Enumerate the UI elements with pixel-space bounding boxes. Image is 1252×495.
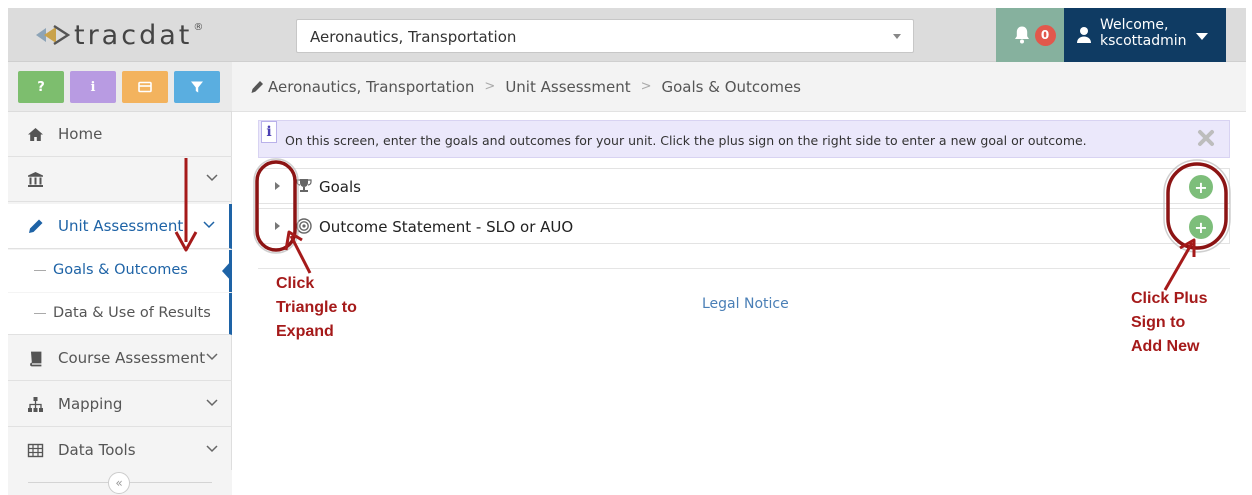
- filter-button[interactable]: [174, 71, 220, 103]
- sidebar-item-label: Data Tools: [58, 441, 136, 459]
- filter-icon: [191, 81, 203, 93]
- sidebar: ? i Home Unit Assessment Goals & Outcome…: [8, 62, 232, 495]
- plus-pointer-arrow: [1163, 238, 1196, 291]
- breadcrumb-item-section[interactable]: Unit Assessment: [505, 78, 630, 96]
- user-menu[interactable]: Welcome, kscottadmin: [1064, 8, 1226, 62]
- info-icon: i: [90, 79, 96, 95]
- sidebar-subitem-label: Data & Use of Results: [53, 305, 211, 321]
- user-greeting: Welcome, kscottadmin: [1100, 17, 1187, 49]
- close-icon[interactable]: [1195, 127, 1217, 149]
- sidebar-item-label: Course Assessment: [58, 349, 206, 367]
- breadcrumb-separator: >: [640, 79, 652, 94]
- sidebar-subitem-goals-outcomes[interactable]: Goals & Outcomes: [8, 250, 232, 292]
- help-icon: ?: [37, 79, 45, 95]
- info-banner: i On this screen, enter the goals and ou…: [258, 120, 1230, 158]
- sidebar-item-unit-assessment[interactable]: Unit Assessment: [8, 204, 232, 249]
- section-label: Outcome Statement - SLO or AUO: [319, 218, 574, 236]
- caret-down-icon: [1196, 33, 1208, 40]
- unit-selector[interactable]: Aeronautics, Transportation: [296, 19, 914, 53]
- sidebar-item-home[interactable]: Home: [8, 112, 232, 157]
- breadcrumb-item-unit[interactable]: Aeronautics, Transportation: [268, 78, 474, 96]
- book-icon: [26, 349, 44, 367]
- breadcrumb-item-current: Goals & Outcomes: [661, 77, 801, 96]
- logo-registered-mark: ®: [193, 21, 204, 33]
- pencil-icon: [251, 80, 263, 93]
- notifications-button[interactable]: 0: [996, 8, 1072, 62]
- expand-triangle-icon[interactable]: [275, 222, 280, 230]
- info-icon: i: [261, 121, 277, 143]
- content-divider: [258, 268, 1230, 269]
- institution-icon: [26, 170, 44, 188]
- chevron-down-icon: [893, 34, 901, 39]
- breadcrumb: Aeronautics, Transportation > Unit Asses…: [232, 62, 1246, 112]
- sidebar-collapse-bar: «: [8, 470, 232, 495]
- annotation-add-text: Click Plus Sign to Add New: [1131, 290, 1208, 355]
- user-icon: [1077, 27, 1091, 43]
- notification-count-badge: 0: [1034, 24, 1056, 46]
- chevron-down-icon: [206, 353, 218, 361]
- section-goals: Goals +: [258, 168, 1230, 204]
- chevron-down-icon: [206, 174, 218, 182]
- home-icon: [26, 125, 44, 143]
- logo-text: tracdat: [74, 19, 193, 51]
- welcome-label: Welcome,: [1100, 17, 1169, 33]
- add-outcome-button[interactable]: +: [1189, 215, 1213, 239]
- info-button[interactable]: i: [70, 71, 116, 103]
- sidebar-item-data-tools[interactable]: Data Tools: [8, 428, 232, 473]
- section-outcome-statement: Outcome Statement - SLO or AUO +: [258, 208, 1230, 244]
- add-goal-button[interactable]: +: [1189, 175, 1213, 199]
- app-header: tracdat ® Aeronautics, Transportation 0 …: [8, 8, 1246, 62]
- target-icon: [296, 218, 312, 234]
- expand-triangle-icon[interactable]: [275, 182, 280, 190]
- chevron-down-icon: [203, 221, 215, 229]
- sidebar-item-institution[interactable]: [8, 157, 232, 202]
- chevron-down-icon: [206, 399, 218, 407]
- card-button[interactable]: [122, 71, 168, 103]
- sidebar-subitem-data-results[interactable]: Data & Use of Results: [8, 293, 232, 335]
- help-button[interactable]: ?: [18, 71, 64, 103]
- sidebar-item-label: Unit Assessment: [58, 217, 184, 235]
- sidebar-toolbar: ? i: [8, 62, 232, 112]
- tracdat-logo[interactable]: tracdat ®: [34, 19, 204, 51]
- pencil-icon: [26, 217, 44, 235]
- info-text: On this screen, enter the goals and outc…: [285, 133, 1087, 148]
- username-label: kscottadmin: [1100, 33, 1187, 49]
- breadcrumb-separator: >: [484, 79, 496, 94]
- sidebar-item-label: Mapping: [58, 395, 123, 413]
- sidebar-subitem-label: Goals & Outcomes: [53, 262, 188, 278]
- logo-arrow-icon: [36, 24, 71, 46]
- bell-icon: [1014, 26, 1029, 44]
- trophy-icon: [296, 179, 312, 192]
- collapse-sidebar-button[interactable]: «: [108, 472, 130, 494]
- unit-selector-value: Aeronautics, Transportation: [310, 28, 517, 46]
- chevron-down-icon: [206, 445, 218, 453]
- section-label: Goals: [319, 178, 361, 196]
- sitemap-icon: [26, 395, 44, 413]
- legal-notice-link[interactable]: Legal Notice: [702, 296, 789, 312]
- sidebar-item-course-assessment[interactable]: Course Assessment: [8, 336, 232, 381]
- card-icon: [138, 81, 152, 93]
- annotation-expand-text: Click Triangle to Expand: [276, 275, 357, 340]
- sidebar-item-mapping[interactable]: Mapping: [8, 382, 232, 427]
- sidebar-item-label: Home: [58, 125, 103, 143]
- table-icon: [26, 441, 44, 459]
